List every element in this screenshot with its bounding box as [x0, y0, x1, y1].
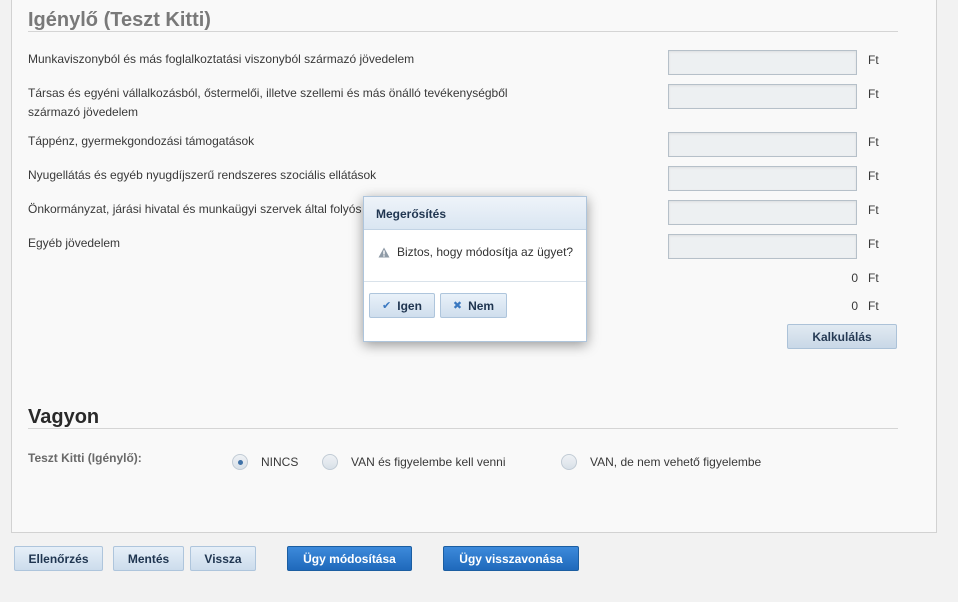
- save-button[interactable]: Mentés: [113, 546, 184, 571]
- dialog-header[interactable]: Megerősítés: [364, 197, 586, 230]
- dialog-message: Biztos, hogy módosítja az ügyet?: [397, 245, 574, 259]
- no-button[interactable]: ✖ Nem: [440, 293, 507, 318]
- warning-icon: [378, 247, 390, 257]
- withdraw-case-button[interactable]: Ügy visszavonása: [443, 546, 579, 571]
- close-icon: ✖: [452, 300, 463, 312]
- dialog-message-row: Biztos, hogy módosítja az ügyet?: [378, 245, 573, 259]
- check-button[interactable]: Ellenőrzés: [14, 546, 103, 571]
- check-icon: ✔: [382, 300, 392, 312]
- no-button-label: Nem: [468, 298, 495, 313]
- dialog-title: Megerősítés: [376, 207, 447, 221]
- back-button[interactable]: Vissza: [190, 546, 256, 571]
- yes-button[interactable]: ✔ Igen: [369, 293, 435, 318]
- dialog-divider: [364, 281, 586, 282]
- modify-case-button[interactable]: Ügy módosítása: [287, 546, 412, 571]
- confirm-dialog: Megerősítés Biztos, hogy módosítja az üg…: [363, 196, 587, 342]
- yes-button-label: Igen: [397, 298, 422, 313]
